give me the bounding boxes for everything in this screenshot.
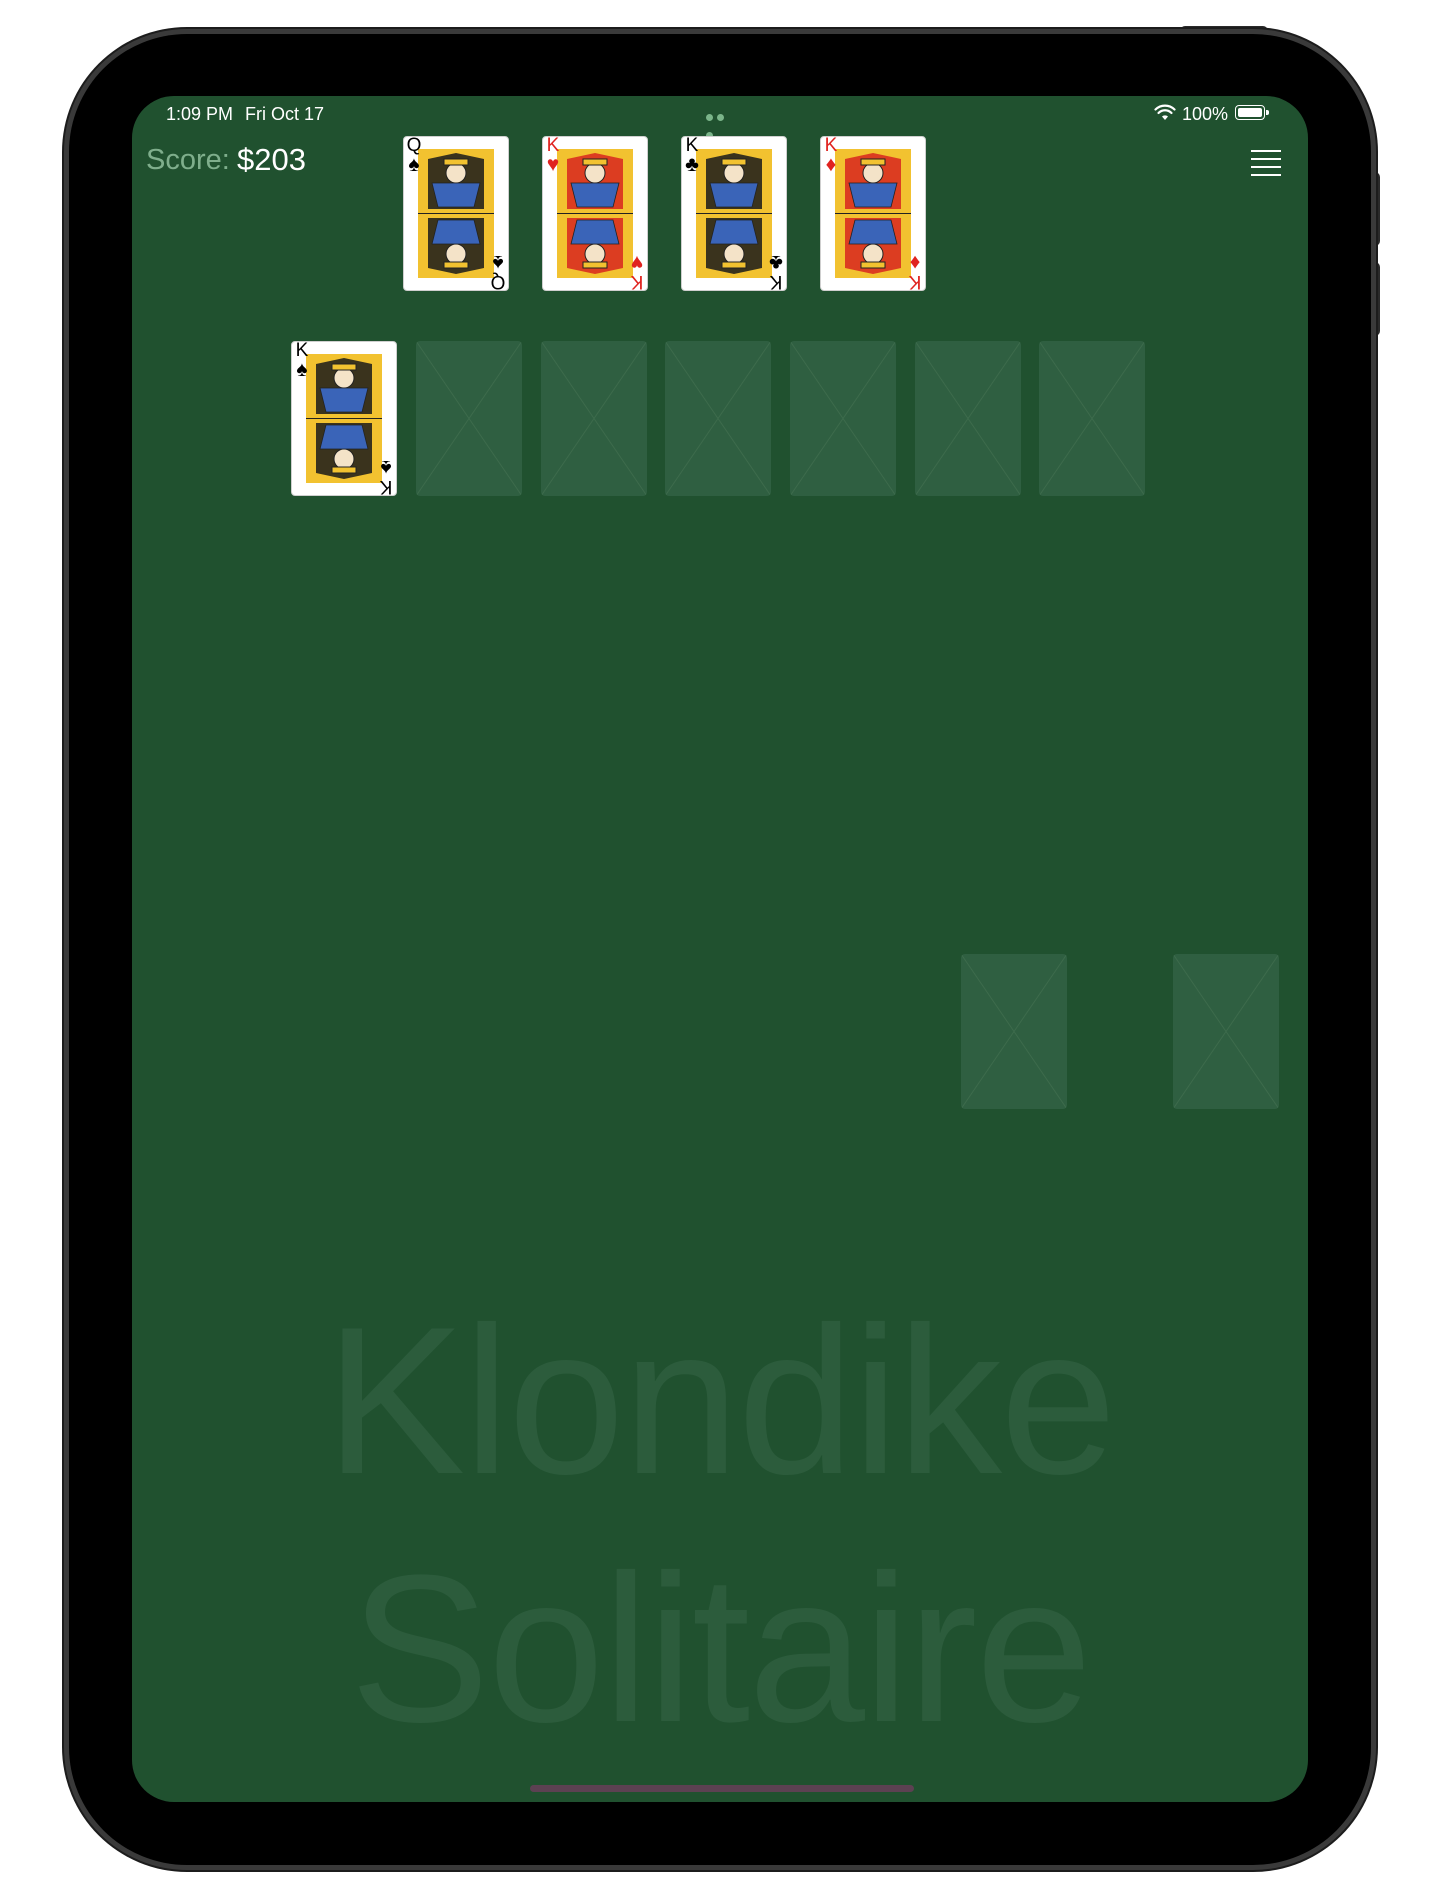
card-corner-index: K ♦ (823, 137, 839, 175)
multitask-dots-icon[interactable] (706, 108, 738, 139)
tableau-empty-slot[interactable] (915, 341, 1021, 496)
card-suit-icon: ♠ (408, 153, 420, 176)
foundation-card[interactable]: K ♥ K ♥ (542, 136, 648, 291)
card-corner-index: Q ♠ (406, 137, 422, 175)
card-suit-icon: ♣ (685, 153, 699, 176)
card-suit-icon: ♠ (380, 456, 392, 479)
volume-down-button (1371, 262, 1380, 336)
score-value: $203 (237, 142, 306, 177)
card-corner-index: Q ♠ (490, 251, 506, 291)
card-suit-icon: ♥ (546, 153, 560, 176)
tableau-card[interactable]: K ♠ K ♠ (291, 341, 397, 496)
home-indicator[interactable] (530, 1785, 914, 1792)
card-rank: K (379, 476, 393, 496)
card-corner-index: K ♥ (629, 251, 645, 291)
card-corner-index: K ♣ (684, 137, 700, 175)
card-corner-index: K ♣ (768, 251, 784, 291)
wifi-icon (1154, 104, 1176, 120)
battery-percentage: 100% (1182, 104, 1229, 124)
stock-pile-slot[interactable] (1173, 954, 1279, 1109)
card-face-art (306, 354, 382, 483)
volume-up-button (1371, 172, 1380, 246)
game-screen: 1:09 PM Fri Oct 17 100% Score: $203 Q ♠ Q ♠… (132, 96, 1308, 1802)
card-rank: K (769, 271, 783, 291)
card-suit-icon: ♠ (492, 251, 504, 274)
watermark-line-2: Solitaire (349, 1531, 1093, 1766)
watermark-line-1: Klondike (325, 1283, 1117, 1518)
card-suit-icon: ♣ (769, 251, 783, 274)
card-corner-index: K ♦ (907, 251, 923, 291)
menu-icon[interactable] (1251, 150, 1281, 176)
foundation-card[interactable]: K ♦ K ♦ (820, 136, 926, 291)
waste-pile-slot[interactable] (961, 954, 1067, 1109)
card-suit-icon: ♠ (296, 358, 308, 381)
card-face-art (418, 149, 494, 278)
foundation-card[interactable]: Q ♠ Q ♠ (403, 136, 509, 291)
tableau-empty-slot[interactable] (1039, 341, 1145, 496)
card-suit-icon: ♥ (630, 251, 644, 274)
card-rank: K (630, 271, 644, 291)
card-face-art (696, 149, 772, 278)
card-corner-index: K ♠ (294, 342, 310, 380)
status-date: Fri Oct 17 (245, 104, 325, 124)
card-corner-index: K ♥ (545, 137, 561, 175)
card-rank: Q (490, 271, 506, 291)
tableau-empty-slot[interactable] (541, 341, 647, 496)
status-time: 1:09 PM (166, 104, 234, 124)
foundation-card[interactable]: K ♣ K ♣ (681, 136, 787, 291)
ipad-frame: 1:09 PM Fri Oct 17 100% Score: $203 Q ♠ Q ♠… (69, 34, 1371, 1865)
card-face-art (557, 149, 633, 278)
card-suit-icon: ♦ (909, 251, 921, 274)
score-label: Score: (146, 144, 230, 176)
card-suit-icon: ♦ (825, 153, 837, 176)
tableau-empty-slot[interactable] (665, 341, 771, 496)
card-rank: K (908, 271, 922, 291)
tableau-empty-slot[interactable] (416, 341, 522, 496)
tableau-empty-slot[interactable] (790, 341, 896, 496)
battery-icon (1235, 105, 1269, 120)
card-corner-index: K ♠ (378, 456, 394, 496)
card-face-art (835, 149, 911, 278)
